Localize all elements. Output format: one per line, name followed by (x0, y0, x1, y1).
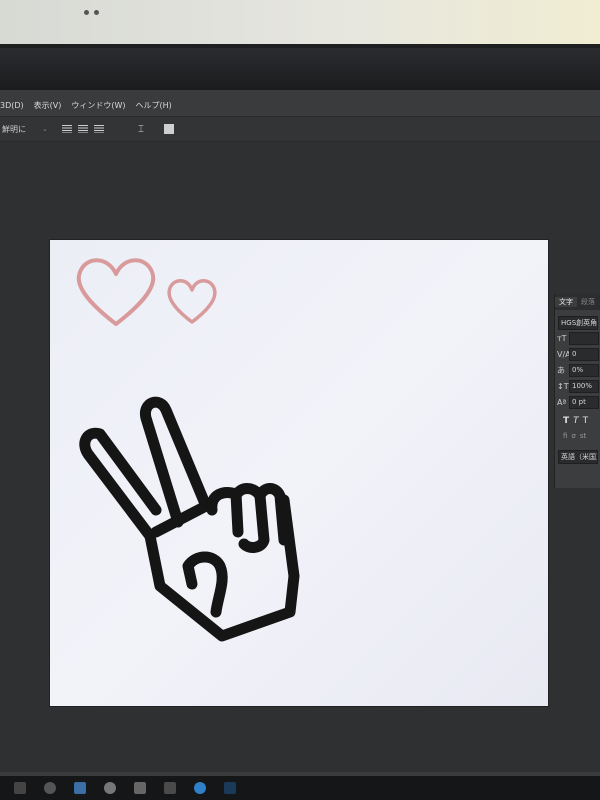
warp-text-icon[interactable]: ⌶ (138, 124, 152, 135)
wall-detail (84, 0, 104, 15)
stylistic-button[interactable]: st (580, 432, 586, 440)
tsume-row: あ 0% (555, 362, 600, 378)
search-icon[interactable] (44, 782, 56, 794)
align-right-icon[interactable] (94, 125, 104, 133)
leading-icon: ᴛT (557, 333, 567, 343)
font-family-select[interactable]: HGS創英角ゴシックUB (558, 316, 598, 330)
kerning-field[interactable]: 0 (569, 347, 599, 361)
chevron-down-icon[interactable]: ⌄ (42, 125, 62, 133)
photoshop-icon[interactable] (224, 782, 236, 794)
character-panel: 文字 段落 HGS創英角ゴシックUB ᴛT V/A 0 あ 0% ↕T 100%… (554, 294, 600, 488)
menu-view[interactable]: 表示(V) (34, 100, 62, 111)
task-view-icon[interactable] (74, 782, 86, 794)
align-left-icon[interactable] (62, 125, 72, 133)
swash-button[interactable]: σ (571, 432, 575, 440)
panel-tabs: 文字 段落 (555, 294, 600, 310)
tab-character[interactable]: 文字 (555, 297, 577, 307)
faux-bold-button[interactable]: T (563, 416, 569, 426)
tsume-field[interactable]: 0% (569, 363, 599, 377)
antialias-select[interactable]: 鮮明に (2, 124, 42, 135)
edge-icon[interactable] (104, 782, 116, 794)
explorer-icon[interactable] (134, 782, 146, 794)
background-wall (0, 0, 600, 48)
baseline-icon: Aª (557, 397, 567, 407)
tsume-icon: あ (557, 365, 565, 375)
align-center-icon[interactable] (78, 125, 88, 133)
canvas-drawing (76, 258, 300, 642)
monitor-bezel-top (0, 48, 600, 90)
vertical-scale-field[interactable]: 100% (569, 379, 599, 393)
kerning-icon: V/A (557, 349, 571, 359)
store-icon[interactable] (164, 782, 176, 794)
menu-3d[interactable]: 3D(D) (0, 101, 24, 110)
baseline-row: Aª 0 pt (555, 394, 600, 410)
ligature-button[interactable]: fi (563, 432, 567, 440)
options-bar: 鮮明に ⌄ ⌶ (0, 116, 600, 142)
leading-row: ᴛT (555, 330, 600, 346)
language-select[interactable]: 英語（米国） (558, 450, 598, 464)
vertical-scale-row: ↕T 100% (555, 378, 600, 394)
menu-window[interactable]: ウィンドウ(W) (71, 100, 125, 111)
opentype-buttons: fi σ st (555, 426, 600, 440)
style-buttons: T T T (555, 410, 600, 426)
all-caps-button[interactable]: T (583, 416, 589, 426)
tab-paragraph[interactable]: 段落 (577, 297, 599, 307)
large-heart (76, 258, 156, 326)
menu-bar: 3D(D) 表示(V) ウィンドウ(W) ヘルプ(H) (0, 96, 600, 114)
ie-icon[interactable] (194, 782, 206, 794)
faux-italic-button[interactable]: T (573, 416, 579, 426)
start-icon[interactable] (14, 782, 26, 794)
taskbar (0, 776, 600, 800)
document-canvas[interactable] (50, 240, 548, 706)
kerning-row: V/A 0 (555, 346, 600, 362)
toggle-panels-icon[interactable] (164, 124, 174, 134)
peace-hand (79, 396, 300, 642)
menu-help[interactable]: ヘルプ(H) (136, 100, 172, 111)
vertical-scale-icon: ↕T (557, 381, 569, 391)
small-heart (167, 279, 217, 324)
leading-field[interactable] (569, 331, 599, 345)
baseline-field[interactable]: 0 pt (569, 395, 599, 409)
